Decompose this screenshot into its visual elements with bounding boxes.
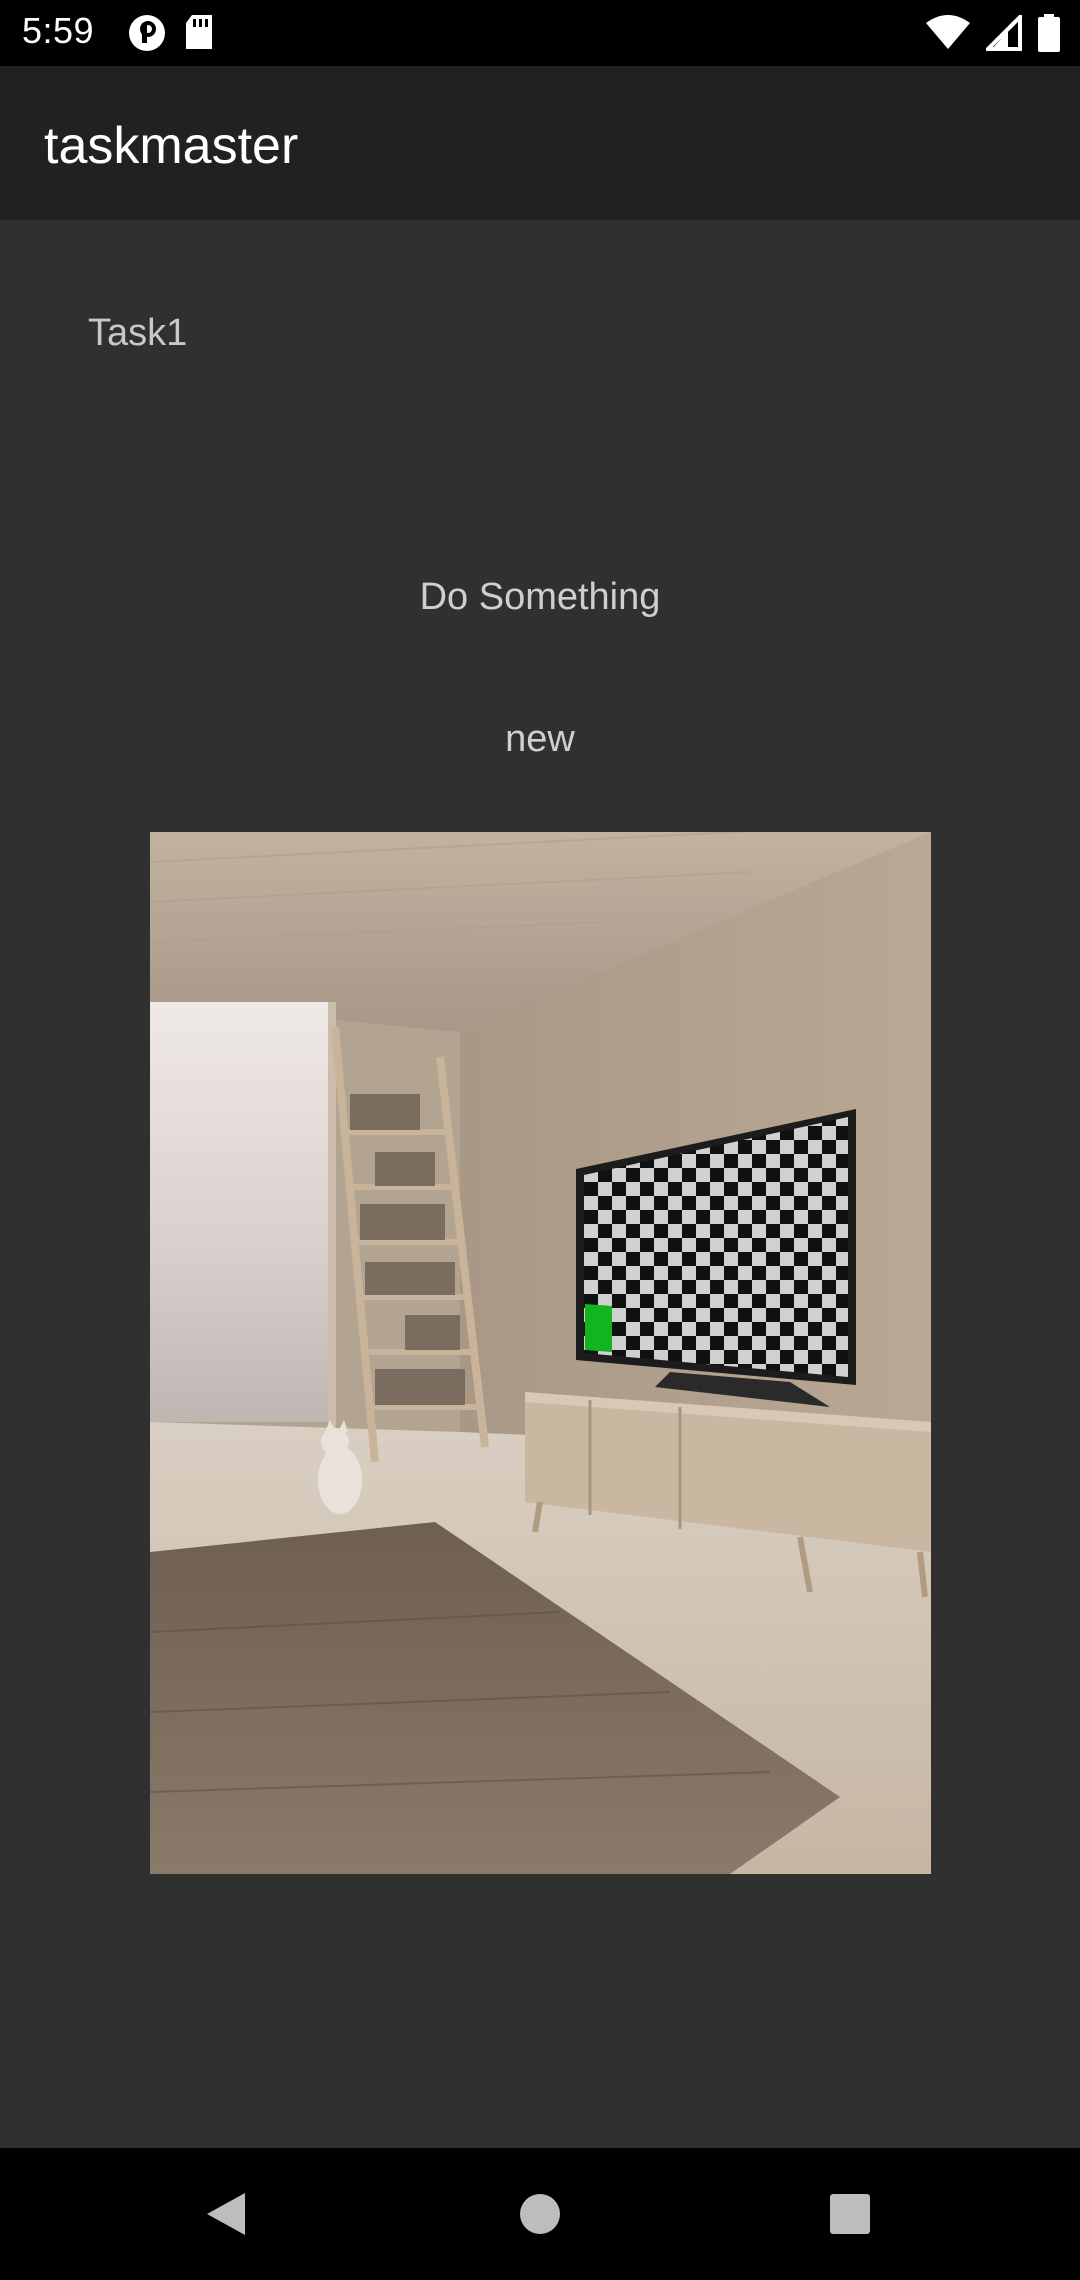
app-title: taskmaster: [44, 117, 299, 175]
wifi-icon: [926, 15, 970, 56]
status-bar: 5:59: [0, 0, 1080, 66]
recents-icon: [830, 2194, 870, 2234]
back-button[interactable]: [166, 2148, 286, 2280]
task-title: Task1: [88, 312, 188, 354]
cell-signal-icon: [983, 12, 1022, 56]
status-time: 5:59: [22, 10, 95, 51]
home-button[interactable]: [480, 2148, 600, 2280]
task-image: [150, 832, 931, 1874]
task-detail: Task1 Do Something new: [0, 220, 1080, 2148]
home-icon: [520, 2194, 560, 2234]
back-icon: [207, 2193, 245, 2235]
sd-card-icon: [184, 15, 214, 56]
task-state: new: [505, 718, 575, 760]
battery-icon: [1038, 14, 1060, 57]
task-body: Do Something: [419, 576, 661, 618]
status-right-icons: [926, 12, 1060, 57]
app-bar: taskmaster: [0, 66, 1080, 220]
recents-button[interactable]: [790, 2148, 910, 2280]
room-photo-icon: [150, 832, 931, 1874]
status-left-icons: [128, 14, 214, 57]
nav-bar: [0, 2148, 1080, 2280]
notification-p-icon: [128, 14, 166, 57]
accent-square: [585, 1304, 612, 1352]
